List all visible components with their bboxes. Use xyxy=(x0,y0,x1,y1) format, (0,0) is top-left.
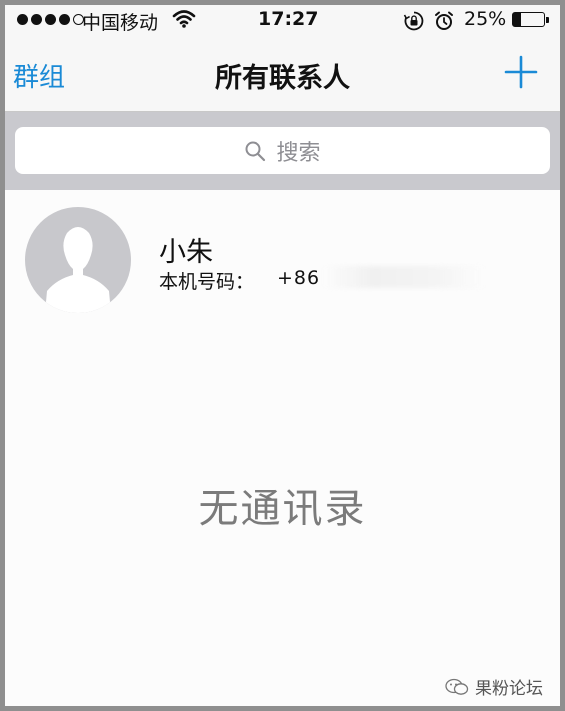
alarm-icon xyxy=(435,11,453,30)
search-icon xyxy=(245,141,266,161)
phone-label: 本机号码： xyxy=(159,271,255,293)
battery-icon xyxy=(512,12,545,27)
navigation-bar: 群组 所有联系人 xyxy=(5,35,560,112)
search-bar-container: 搜索 xyxy=(5,112,560,190)
battery-percent: 25% xyxy=(464,8,507,30)
battery-level xyxy=(513,13,521,26)
phone-number: +86 xyxy=(277,267,321,289)
watermark-text: 果粉论坛 xyxy=(475,679,543,699)
contact-card[interactable]: 小朱 本机号码： +86 xyxy=(5,190,560,325)
person-silhouette-icon xyxy=(45,227,111,313)
search-input[interactable]: 搜索 xyxy=(15,127,550,174)
wifi-icon xyxy=(172,10,196,28)
status-time: 17:27 xyxy=(258,8,319,30)
empty-state-message: 无通讯录 xyxy=(198,486,367,532)
avatar xyxy=(25,207,131,313)
search-placeholder: 搜索 xyxy=(276,140,321,166)
redacted-phone-digits xyxy=(323,266,485,288)
contact-name: 小朱 xyxy=(159,237,213,268)
page-title: 所有联系人 xyxy=(215,63,350,94)
plus-icon[interactable] xyxy=(503,54,539,90)
battery-tip xyxy=(546,17,549,23)
status-bar: 中国移动 17:27 25% xyxy=(5,5,560,35)
rotation-lock-icon xyxy=(403,11,424,31)
carrier-name: 中国移动 xyxy=(82,12,159,34)
watermark: 果粉论坛 xyxy=(445,674,543,699)
wechat-logo-icon xyxy=(445,678,469,695)
signal-strength-icon xyxy=(17,14,84,25)
